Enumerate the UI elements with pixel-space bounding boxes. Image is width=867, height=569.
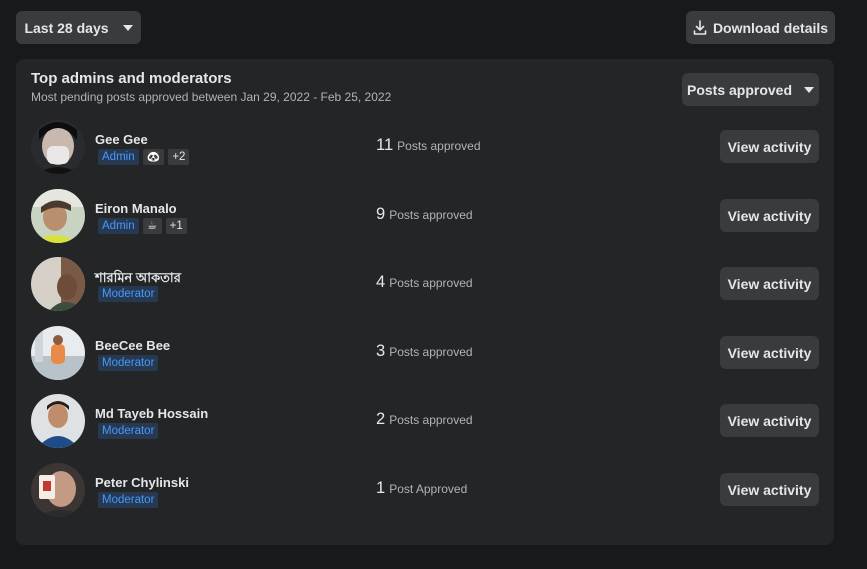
count-label: Posts approved [389, 413, 473, 427]
role-badge: Admin [98, 218, 139, 234]
download-icon [693, 19, 707, 35]
member-name[interactable]: Peter Chylinski [95, 475, 189, 490]
avatar[interactable] [31, 394, 85, 448]
top-admins-card: Top admins and moderators Most pending p… [16, 59, 834, 545]
posts-approved-count: 11 Posts approved [376, 136, 481, 155]
count-value: 11 [376, 136, 394, 154]
member-row: BeeCee Bee Moderator 3 Posts approved Vie… [16, 324, 834, 380]
count-label: Posts approved [389, 208, 473, 222]
avatar[interactable] [31, 189, 85, 243]
role-badge: Admin [98, 149, 139, 165]
posts-approved-count: 1 Post Approved [376, 479, 467, 498]
caret-down-icon [122, 24, 133, 31]
role-badge: Moderator [98, 423, 159, 439]
date-range-dropdown[interactable]: Last 28 days [16, 11, 141, 44]
count-value: 3 [376, 342, 386, 360]
count-value: 1 [376, 479, 386, 497]
role-badge: Moderator [98, 355, 159, 371]
sort-dropdown[interactable]: Posts approved [682, 73, 819, 106]
count-label: Posts approved [389, 345, 473, 359]
caret-down-icon [804, 86, 815, 93]
role-badge: Moderator [98, 286, 159, 302]
more-badges-count[interactable]: +2 [168, 149, 190, 165]
posts-approved-count: 4 Posts approved [376, 273, 473, 292]
count-label: Posts approved [397, 139, 481, 153]
count-value: 2 [376, 410, 386, 428]
date-range-label: Last 28 days [24, 19, 109, 36]
view-activity-button[interactable]: View activity [720, 336, 819, 369]
member-row: Eiron Manalo Admin ☕ +1 9 Posts approved … [16, 187, 834, 243]
count-value: 9 [376, 205, 386, 223]
avatar[interactable] [31, 120, 85, 174]
member-row: শারমিন আকতার Moderator 4 Posts approved V… [16, 255, 834, 311]
posts-approved-count: 3 Posts approved [376, 342, 473, 361]
panda-icon[interactable]: 🐼 [142, 149, 165, 165]
view-activity-button[interactable]: View activity [720, 473, 819, 506]
posts-approved-count: 9 Posts approved [376, 205, 473, 224]
download-details-button[interactable]: Download details [686, 11, 835, 44]
sort-label: Posts approved [686, 81, 793, 98]
count-value: 4 [376, 273, 386, 291]
avatar[interactable] [31, 257, 85, 311]
member-row: Md Tayeb Hossain Moderator 2 Posts approv… [16, 392, 834, 448]
posts-approved-count: 2 Posts approved [376, 410, 473, 429]
member-name[interactable]: Md Tayeb Hossain [95, 406, 208, 421]
coffee-cup-icon[interactable]: ☕ [142, 218, 162, 234]
view-activity-button[interactable]: View activity [720, 267, 819, 300]
member-row: Gee Gee Admin 🐼 +2 11 Posts approved View… [16, 118, 834, 174]
member-name[interactable]: BeeCee Bee [95, 338, 170, 353]
avatar[interactable] [31, 463, 85, 517]
member-row: Peter Chylinski Moderator 1 Post Approved… [16, 461, 834, 517]
member-name[interactable]: Gee Gee [95, 132, 148, 147]
card-title: Top admins and moderators [31, 70, 232, 87]
card-subtitle: Most pending posts approved between Jan … [31, 90, 392, 104]
view-activity-button[interactable]: View activity [720, 404, 819, 437]
view-activity-button[interactable]: View activity [720, 199, 819, 232]
avatar[interactable] [31, 326, 85, 380]
download-details-label: Download details [712, 19, 829, 36]
view-activity-button[interactable]: View activity [720, 130, 819, 163]
count-label: Post Approved [389, 482, 468, 496]
role-badge: Moderator [98, 492, 159, 508]
member-name[interactable]: Eiron Manalo [95, 201, 177, 216]
count-label: Posts approved [389, 276, 473, 290]
more-badges-count[interactable]: +1 [165, 218, 187, 234]
